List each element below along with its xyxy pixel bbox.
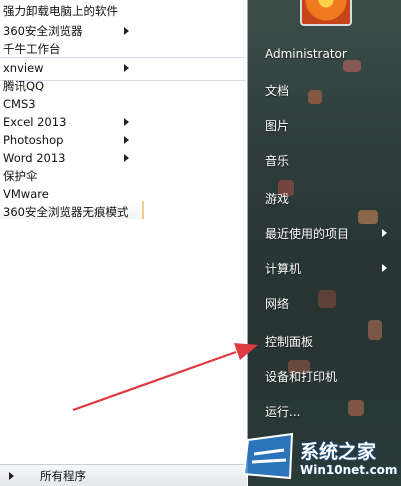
expand-arrow-icon — [9, 472, 14, 480]
start-menu: 强力卸载电脑上的软件 360安全浏览器 千牛工作台 xnview 腾讯QQ CM… — [0, 0, 401, 486]
background-blob — [348, 400, 364, 416]
program-item-360-incognito[interactable]: 360安全浏览器无痕模式 — [0, 203, 246, 221]
program-label: Excel 2013 — [3, 115, 67, 129]
submenu-arrow-icon — [124, 154, 129, 162]
program-label: 360安全浏览器 — [3, 24, 83, 38]
program-label: 保护伞 — [3, 169, 38, 183]
submenu-arrow-icon — [124, 64, 129, 72]
windows-logo-icon — [242, 432, 294, 480]
recent-items-link[interactable]: 最近使用的项目 — [265, 225, 349, 242]
background-blob — [358, 210, 378, 224]
flower-avatar-icon[interactable] — [300, 0, 352, 26]
program-item-word[interactable]: Word 2013 — [0, 149, 246, 167]
background-blob — [368, 320, 382, 340]
program-item-excel[interactable]: Excel 2013 — [0, 113, 246, 131]
submenu-arrow-icon — [124, 136, 129, 144]
program-item-qianniu[interactable]: 千牛工作台 — [0, 40, 246, 58]
all-programs-button[interactable]: 所有程序 — [0, 464, 247, 486]
program-label: xnview — [3, 61, 44, 75]
program-item-uninstaller[interactable]: 强力卸载电脑上的软件 — [0, 2, 246, 20]
program-label: 360安全浏览器无痕模式 — [3, 205, 129, 219]
background-blob — [343, 60, 361, 72]
program-item-qq[interactable]: 腾讯QQ — [0, 77, 246, 95]
program-item-vmware[interactable]: VMware — [0, 185, 246, 203]
program-label: 千牛工作台 — [3, 42, 61, 56]
program-item-360-browser[interactable]: 360安全浏览器 — [0, 22, 246, 40]
programs-pane: 强力卸载电脑上的软件 360安全浏览器 千牛工作台 xnview 腾讯QQ CM… — [0, 0, 248, 464]
watermark-title: 系统之家 — [300, 441, 377, 463]
documents-link[interactable]: 文档 — [265, 82, 289, 99]
games-link[interactable]: 游戏 — [265, 190, 289, 207]
run-link[interactable]: 运行... — [265, 403, 300, 420]
program-item-photoshop[interactable]: Photoshop — [0, 131, 246, 149]
program-item-xnview[interactable]: xnview — [0, 59, 246, 77]
music-link[interactable]: 音乐 — [265, 152, 289, 169]
user-name-link[interactable]: Administrator — [265, 47, 347, 61]
background-blob — [318, 290, 336, 308]
program-item-cms3[interactable]: CMS3 — [0, 95, 246, 113]
program-label: Photoshop — [3, 133, 64, 147]
submenu-arrow-icon — [382, 229, 387, 237]
background-blob — [308, 90, 322, 104]
program-label: 腾讯QQ — [3, 79, 45, 93]
devices-printers-link[interactable]: 设备和打印机 — [265, 368, 337, 385]
submenu-arrow-icon — [124, 118, 129, 126]
program-label: VMware — [3, 187, 49, 201]
computer-link[interactable]: 计算机 — [265, 260, 301, 277]
program-label: 强力卸载电脑上的软件 — [3, 4, 118, 18]
pictures-link[interactable]: 图片 — [265, 117, 289, 134]
control-panel-link[interactable]: 控制面板 — [265, 333, 313, 350]
program-label: Word 2013 — [3, 151, 66, 165]
network-link[interactable]: 网络 — [265, 295, 289, 312]
program-label: CMS3 — [3, 97, 36, 111]
all-programs-label: 所有程序 — [40, 469, 86, 483]
watermark-url: Win10net.com — [300, 463, 398, 477]
submenu-arrow-icon — [382, 264, 387, 272]
submenu-arrow-icon — [124, 27, 129, 35]
program-item-baohusan[interactable]: 保护伞 — [0, 167, 246, 185]
